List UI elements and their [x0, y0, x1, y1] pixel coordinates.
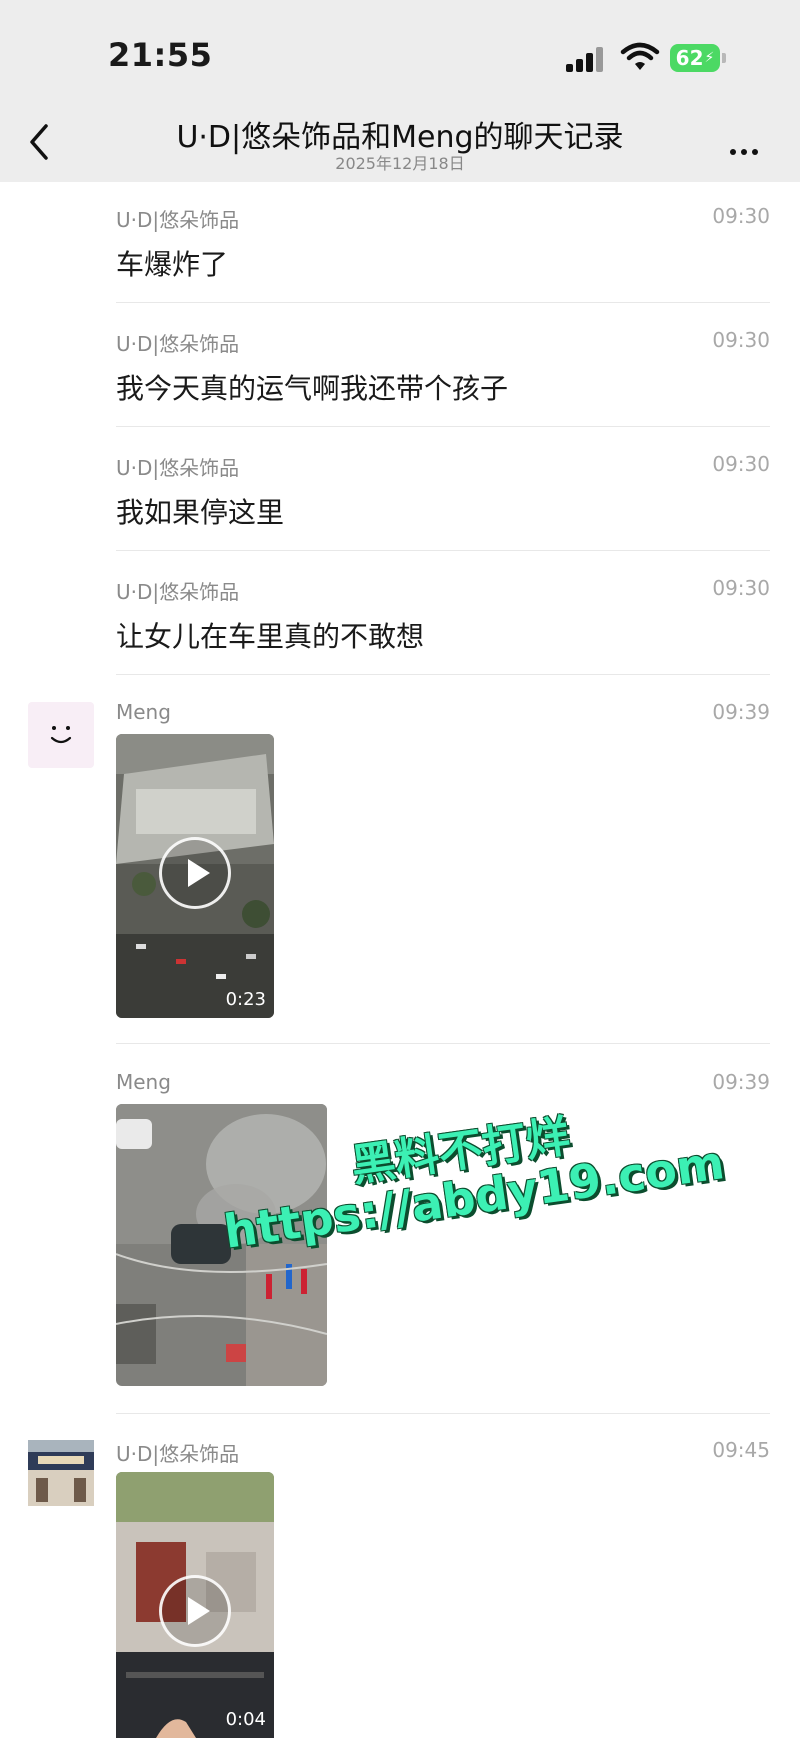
- message-time: 09:30: [712, 204, 770, 228]
- message-item: Meng 09:39: [116, 700, 770, 724]
- message-time: 09:30: [712, 328, 770, 352]
- avatar-ud[interactable]: [28, 1440, 94, 1506]
- play-icon[interactable]: [159, 1575, 231, 1647]
- sender-name: U·D|悠朵饰品: [116, 456, 240, 480]
- message-item: U·D|悠朵饰品 09:30 车爆炸了: [116, 204, 770, 283]
- storefront-avatar-image: [28, 1440, 94, 1506]
- wifi-icon: [620, 42, 660, 70]
- sender-name: Meng: [116, 700, 171, 724]
- message-time: 09:30: [712, 452, 770, 476]
- message-text[interactable]: 让女儿在车里真的不敢想: [116, 615, 770, 655]
- battery-icon: 62 ⚡: [670, 44, 726, 72]
- status-time: 21:55: [108, 36, 213, 74]
- cellular-signal-icon: [566, 46, 606, 72]
- message-item: U·D|悠朵饰品 09:45: [116, 1438, 770, 1467]
- sender-name: U·D|悠朵饰品: [116, 208, 240, 232]
- divider: [116, 1043, 770, 1044]
- message-item: Meng 09:39: [116, 1070, 770, 1094]
- video-duration: 0:23: [225, 989, 266, 1010]
- message-item: U·D|悠朵饰品 09:30 我今天真的运气啊我还带个孩子: [116, 328, 770, 407]
- smiley-icon: [50, 726, 72, 744]
- message-text[interactable]: 车爆炸了: [116, 243, 770, 283]
- message-time: 09:45: [712, 1438, 770, 1462]
- sender-name: Meng: [116, 1070, 171, 1094]
- message-text[interactable]: 我今天真的运气啊我还带个孩子: [116, 367, 770, 407]
- sender-name: U·D|悠朵饰品: [116, 1442, 240, 1466]
- battery-level: 62: [675, 46, 704, 70]
- divider: [116, 302, 770, 303]
- message-time: 09:39: [712, 1070, 770, 1094]
- message-item: U·D|悠朵饰品 09:30 让女儿在车里真的不敢想: [116, 576, 770, 655]
- more-options-icon[interactable]: [730, 140, 763, 159]
- play-icon[interactable]: [159, 837, 231, 909]
- divider: [116, 550, 770, 551]
- message-time: 09:30: [712, 576, 770, 600]
- page-date: 2025年12月18日: [335, 154, 465, 173]
- video-thumbnail[interactable]: 0:23: [116, 734, 274, 1018]
- video-thumbnail[interactable]: 0:04: [116, 1472, 274, 1738]
- divider: [116, 674, 770, 675]
- video-duration: 0:04: [225, 1709, 266, 1730]
- divider: [116, 1413, 770, 1414]
- message-time: 09:39: [712, 700, 770, 724]
- divider: [116, 426, 770, 427]
- sender-name: U·D|悠朵饰品: [116, 580, 240, 604]
- top-bar: 21:55 62 ⚡ U·D|悠朵饰品和Meng的聊天记录 2025年12月18…: [0, 0, 800, 182]
- avatar-meng[interactable]: [28, 702, 94, 768]
- sender-name: U·D|悠朵饰品: [116, 332, 240, 356]
- message-item: U·D|悠朵饰品 09:30 我如果停这里: [116, 452, 770, 531]
- message-text[interactable]: 我如果停这里: [116, 491, 770, 531]
